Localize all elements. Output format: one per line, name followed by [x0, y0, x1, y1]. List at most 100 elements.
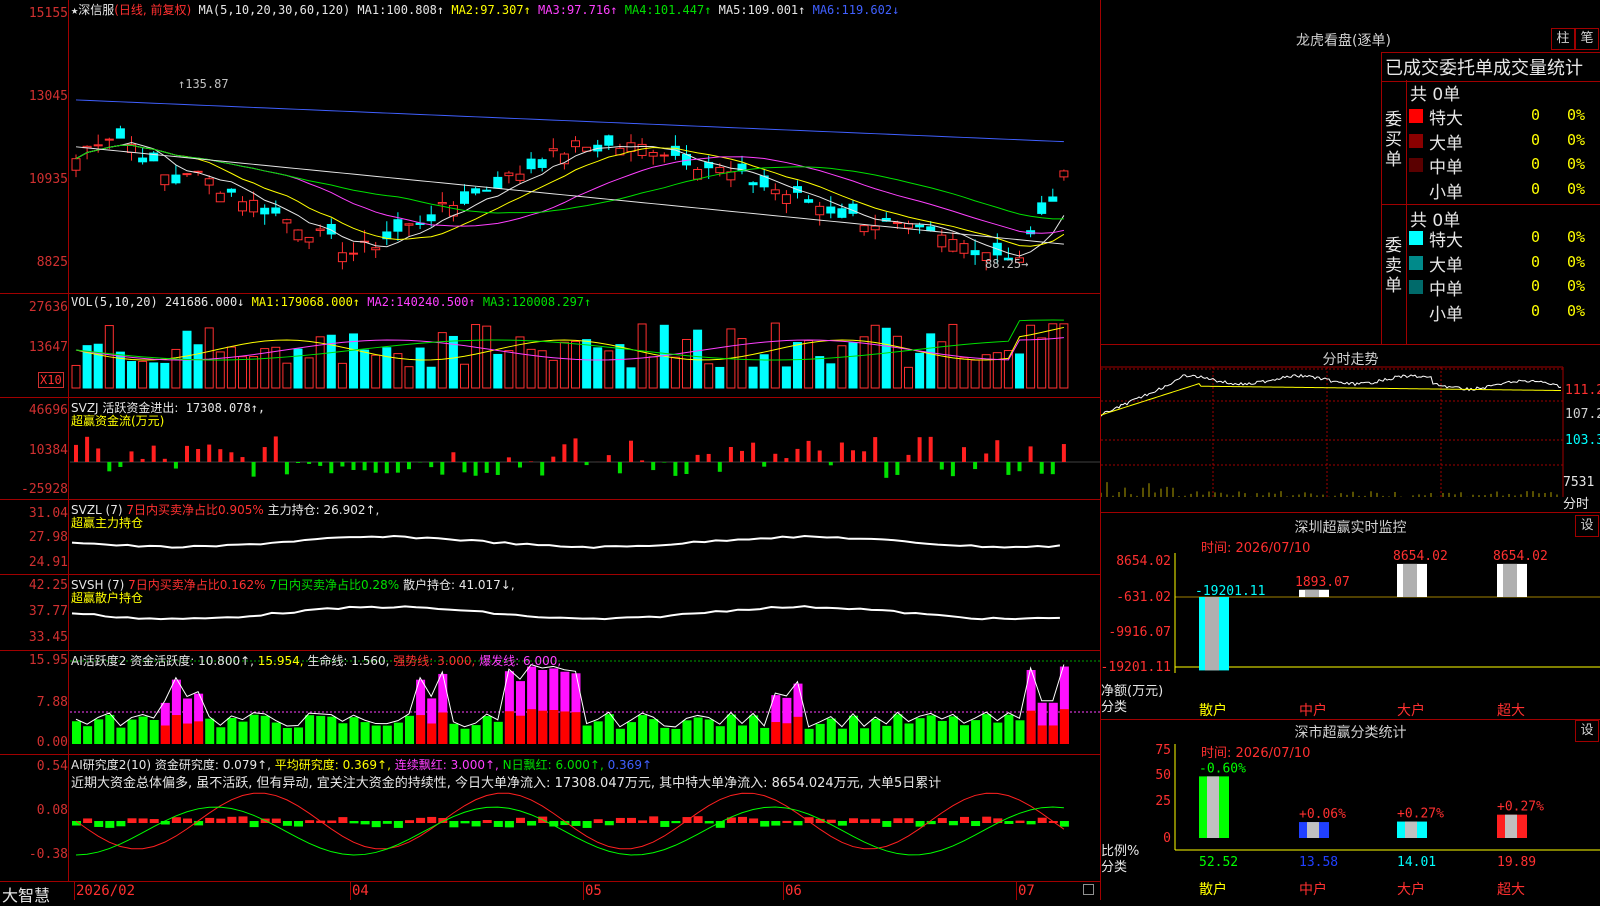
- bar-view-button[interactable]: 柱: [1551, 28, 1575, 50]
- volume-bar: [505, 351, 513, 388]
- svzj-subtitle: 超赢资金流(万元): [71, 412, 164, 429]
- research-bar: [616, 818, 625, 823]
- y-tick-label: 0.08: [0, 803, 68, 818]
- ai2-p3: 连续飘红:: [395, 758, 447, 772]
- sh-bar-name: 超大: [1497, 882, 1525, 898]
- longhu-subtitle: 已成交委托单成交量统计: [1385, 54, 1583, 80]
- activity-bar-core: [538, 711, 547, 744]
- volume-bar: [227, 347, 235, 388]
- ma4-label: MA4:: [618, 3, 654, 17]
- svzj-pane[interactable]: SVZJ 活跃资金进出: 17308.078↑, 超赢资金流(万元) 46696…: [0, 398, 1100, 500]
- candlestick-chart[interactable]: ↑135.8788.25→: [0, 0, 1100, 294]
- activity-bar-core: [1049, 725, 1058, 744]
- fund-flow-bar: [96, 448, 100, 462]
- research-bar: [394, 821, 403, 828]
- sz-bar-value: -19201.11: [1195, 584, 1265, 599]
- fund-flow-bar: [130, 451, 134, 462]
- fund-flow-bar: [518, 462, 522, 468]
- candle-body: [272, 208, 280, 213]
- volume-chart[interactable]: [0, 294, 1100, 398]
- sz-bar-shade: [1205, 597, 1219, 670]
- candle-body: [871, 226, 879, 230]
- order-count: 0: [1531, 253, 1540, 271]
- sz-bar-name: 超大: [1497, 703, 1525, 719]
- volume-bar: [372, 355, 380, 388]
- activity-bar: [616, 729, 625, 744]
- fund-flow-bar: [740, 451, 744, 462]
- ma2-value: 97.307↑: [480, 3, 531, 17]
- sh-bar-shade: [1207, 776, 1219, 838]
- sz-bar-name: 散户: [1199, 702, 1227, 719]
- volume-bar: [827, 364, 835, 388]
- activity-bar-core: [782, 723, 791, 744]
- candle-body: [461, 192, 469, 203]
- activity-bar: [227, 718, 236, 744]
- volume-bar: [139, 361, 147, 388]
- activity-bar: [405, 716, 414, 744]
- volume-bar: [305, 358, 313, 388]
- ai-activity-pane[interactable]: AI活跃度2 资金活跃度: 10.800↑, 15.954, 生命线: 1.56…: [0, 651, 1100, 755]
- activity-line: [76, 665, 1064, 727]
- svzl-ratio: 7日内买卖净占比0.905%: [126, 503, 263, 517]
- ai1-label: AI活跃度2: [71, 654, 126, 668]
- fund-flow-bar: [984, 453, 988, 462]
- y-tick-label: 31.04: [0, 506, 68, 521]
- fund-flow-bar: [196, 449, 200, 462]
- sh-bar-delta: +0.27%: [1497, 800, 1544, 815]
- fund-flow-bar: [807, 441, 811, 462]
- activity-bar: [239, 722, 248, 744]
- volume-pane[interactable]: VOL(5,10,20) 241686.000↓ MA1:179068.000↑…: [0, 294, 1100, 398]
- tick-view-button[interactable]: 笔: [1575, 28, 1599, 50]
- sz-bar-value: 1893.07: [1295, 575, 1350, 590]
- order-size-label: 大单: [1429, 129, 1463, 154]
- volume-bar: [683, 339, 691, 388]
- volume-bar: [749, 367, 757, 388]
- svzl-pane[interactable]: SVZL (7) 7日内买卖净占比0.905% 主力持仓: 26.902↑, 超…: [0, 500, 1100, 575]
- order-count: 0: [1531, 228, 1540, 246]
- ma4-value: 101.447↑: [654, 3, 712, 17]
- sz-monitor-panel: 深圳超赢实时监控 设 时间: 2026/07/10 8654.02-631.02…: [1101, 513, 1600, 720]
- activity-bar: [1016, 720, 1025, 744]
- activity-bar: [283, 728, 292, 744]
- svsh-pane[interactable]: SVSH (7) 7日内买卖净占比0.162% 7日内买卖净占比0.28% 散户…: [0, 575, 1100, 651]
- ai-research-pane[interactable]: AI研究度2(10) 资金研究度: 0.079↑, 平均研究度: 0.369↑,…: [0, 755, 1100, 881]
- candle-pane[interactable]: ↑135.8788.25→ ★深信服(日线, 前复权) MA(5,10,20,3…: [0, 0, 1100, 294]
- vol-header: VOL(5,10,20) 241686.000↓ MA1:179068.000↑…: [71, 295, 591, 309]
- svsh-hold-value: 41.017↓,: [459, 578, 515, 592]
- volume-bar: [671, 357, 679, 388]
- order-count: 0: [1531, 131, 1540, 149]
- fund-flow-bar: [241, 457, 245, 462]
- volume-bar: [605, 351, 613, 388]
- y-tick-label: 42.25: [0, 578, 68, 593]
- activity-bar: [905, 723, 914, 744]
- vol-ma2-value: 140240.500↑: [396, 295, 475, 309]
- activity-bar: [372, 726, 381, 744]
- ai1-p4: 强势线:: [393, 654, 433, 668]
- fund-flow-bar: [274, 436, 278, 462]
- fund-flow-bar: [884, 462, 888, 478]
- volume-bar: [283, 363, 291, 388]
- candle-body: [427, 215, 435, 221]
- ai2-summary-text: 近期大资金总体偏多, 虽不活跃, 但有异动, 宜关注大资金的持续性, 今日大单净…: [71, 772, 1099, 791]
- activity-bar-core: [1060, 709, 1069, 744]
- vol-ma2-label: MA2:: [360, 295, 396, 309]
- sz-y-tick: -19201.11: [1101, 660, 1171, 675]
- intraday-chart[interactable]: [1101, 345, 1600, 513]
- volume-bar: [494, 354, 502, 388]
- research-bar: [882, 821, 891, 827]
- sz-bar-name: 中户: [1299, 702, 1327, 719]
- candle-body: [649, 152, 657, 156]
- y-tick-label: 0.54: [0, 759, 68, 774]
- order-percent: 0%: [1567, 155, 1585, 173]
- fund-flow-bar: [629, 441, 633, 462]
- candle-body: [472, 189, 480, 193]
- research-bar: [893, 818, 902, 823]
- ai1-v3: 1.560,: [351, 654, 389, 668]
- lock-icon[interactable]: [1083, 884, 1094, 895]
- intraday-panel[interactable]: 分时走势 111.2107.2103.3 7531 分时: [1101, 345, 1600, 513]
- fund-flow-bar: [396, 462, 400, 473]
- volume-bar: [572, 341, 580, 388]
- activity-bar: [716, 726, 725, 744]
- activity-bar: [338, 723, 347, 744]
- high-label: ↑135.87: [178, 77, 229, 91]
